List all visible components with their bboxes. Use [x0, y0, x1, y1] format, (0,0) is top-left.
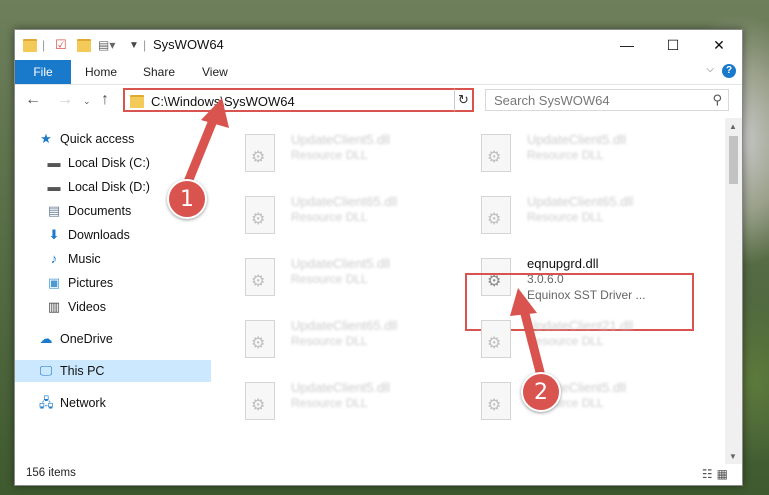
separator: |	[143, 38, 147, 52]
ribbon: File Home Share View ⌵ ?	[15, 60, 742, 85]
refresh-button[interactable]: ↻	[454, 88, 474, 112]
tab-file[interactable]: File	[15, 60, 71, 84]
file-item[interactable]: ⚙ UpdateClient21.dll Resource DLL	[473, 312, 693, 362]
file-item[interactable]: ⚙ UpdateClient5.dll Resource DLL	[237, 374, 457, 424]
tab-view[interactable]: View	[202, 60, 228, 84]
dll-file-icon: ⚙	[245, 134, 275, 172]
file-item[interactable]: ⚙ UpdateClient5.dll Resource DLL	[237, 250, 457, 300]
recent-locations-icon[interactable]: ⌄	[83, 96, 91, 107]
item-count: 156 items	[26, 467, 76, 479]
file-item[interactable]: ⚙ UpdateClient65.dll Resource DLL	[237, 188, 457, 238]
status-bar: 156 items ☷▦	[15, 464, 742, 485]
folder-icon	[23, 37, 37, 53]
tab-share[interactable]: Share	[143, 60, 175, 84]
file-name: eqnupgrd.dll	[527, 256, 599, 271]
forward-icon[interactable]: →	[57, 91, 73, 109]
file-item[interactable]: ⚙ UpdateClient65.dll Resource DLL	[237, 312, 457, 362]
file-item[interactable]: ⚙ UpdateClient5.dll Resource DLL	[473, 374, 693, 424]
title-bar: | ☑ ▤▾ ▼ | SysWOW64 — ☐ ✕	[15, 30, 742, 60]
dll-file-icon: ⚙	[481, 320, 511, 358]
properties-icon[interactable]: ☑	[55, 37, 67, 53]
drive-icon: ▬	[47, 179, 61, 194]
sidebar-item-pictures[interactable]: ▣Pictures 📌	[15, 272, 240, 294]
music-icon: ♪	[50, 251, 58, 266]
dll-file-icon: ⚙	[481, 134, 511, 172]
help-icon[interactable]: ?	[722, 64, 736, 78]
navigation-pane: ★ Quick access ▬ Local Disk (C:) ▬ Local Di…	[15, 118, 234, 464]
search-placeholder: Search SysWOW64	[494, 93, 610, 108]
cloud-icon: ☁	[39, 331, 53, 346]
sidebar-item-music[interactable]: ♪Music 📌	[15, 248, 240, 270]
scroll-down-icon[interactable]: ▼	[729, 452, 737, 461]
search-icon: ⚲	[712, 92, 722, 107]
customize-icon[interactable]: ▤▾	[98, 37, 115, 53]
up-icon[interactable]: ↑	[101, 91, 109, 109]
documents-icon: ▤	[47, 203, 61, 218]
view-toggle-icons[interactable]: ☷▦	[702, 467, 732, 481]
download-icon: ⬇	[48, 227, 60, 242]
sidebar-item-this-pc[interactable]: 🖵 This PC	[15, 360, 232, 382]
file-explorer-window: | ☑ ▤▾ ▼ | SysWOW64 — ☐ ✕ File Home Shar…	[14, 29, 743, 486]
scroll-up-icon[interactable]: ▲	[729, 122, 737, 131]
dll-file-icon: ⚙	[481, 382, 511, 420]
step-1-badge: 1	[167, 179, 207, 219]
file-item[interactable]: ⚙ UpdateClient5.dll Resource DLL	[237, 126, 457, 176]
sidebar-item-local-disk-c[interactable]: ▬ Local Disk (C:)	[15, 152, 240, 174]
file-item[interactable]: ⚙ UpdateClient5.dll Resource DLL	[473, 126, 693, 176]
dll-file-icon: ⚙	[245, 382, 275, 420]
dll-file-icon: ⚙	[245, 196, 275, 234]
sidebar-item-onedrive[interactable]: ☁ OneDrive	[15, 328, 232, 350]
computer-icon: 🖵	[39, 363, 53, 378]
file-list: ⚙ UpdateClient5.dll Resource DLL ⚙ Updat…	[211, 118, 725, 464]
pictures-icon: ▣	[47, 275, 61, 290]
file-item[interactable]: ⚙ UpdateClient65.dll Resource DLL	[473, 188, 693, 238]
videos-icon: ▥	[47, 299, 61, 314]
folder-icon	[130, 95, 144, 108]
separator: |	[42, 38, 46, 52]
star-icon: ★	[40, 131, 52, 146]
new-folder-icon[interactable]	[77, 37, 91, 53]
close-button[interactable]: ✕	[696, 30, 742, 60]
sidebar-item-quick-access[interactable]: ★ Quick access	[15, 128, 232, 150]
drive-icon: ▬	[47, 155, 61, 170]
search-input[interactable]: Search SysWOW64 ⚲	[485, 89, 729, 111]
address-row: ← → ⌄ ↑ C:\Windows\SysWOW64 ⌄ ↻ Search S…	[15, 86, 742, 116]
address-bar[interactable]: C:\Windows\SysWOW64 ⌄	[123, 88, 472, 112]
dll-file-icon: ⚙	[481, 196, 511, 234]
dll-file-icon: ⚙	[245, 258, 275, 296]
back-icon[interactable]: ←	[25, 91, 41, 109]
sidebar-item-videos[interactable]: ▥Videos 📌	[15, 296, 240, 318]
maximize-button[interactable]: ☐	[650, 30, 696, 60]
address-path: C:\Windows\SysWOW64	[151, 94, 295, 109]
vertical-scrollbar[interactable]: ▲ ▼	[725, 118, 742, 464]
expand-ribbon-icon[interactable]: ⌵	[706, 64, 714, 75]
network-icon: 🖧	[39, 395, 54, 410]
sidebar-item-downloads[interactable]: ⬇Downloads 📌	[15, 224, 240, 246]
minimize-button[interactable]: —	[604, 30, 650, 60]
sidebar-item-network[interactable]: 🖧 Network	[15, 392, 232, 414]
step-2-badge: 2	[521, 372, 561, 412]
tab-home[interactable]: Home	[85, 60, 117, 84]
dropdown-icon[interactable]: ▼	[129, 37, 139, 53]
window-title: SysWOW64	[153, 37, 224, 52]
scrollbar-thumb[interactable]	[729, 136, 738, 184]
dll-file-icon: ⚙	[245, 320, 275, 358]
